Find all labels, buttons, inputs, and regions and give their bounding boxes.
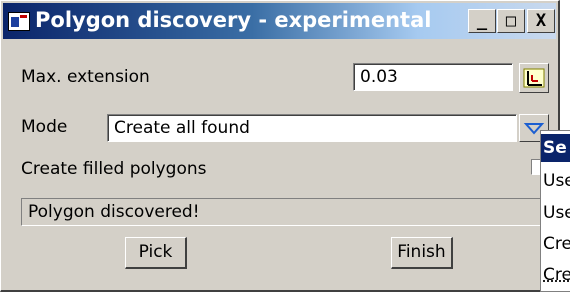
max-extension-input[interactable]: 0.03 — [353, 63, 513, 91]
pick-button[interactable]: Pick — [125, 237, 187, 269]
create-filled-label: Create filled polygons — [21, 159, 207, 179]
dropdown-item[interactable]: Cre — [543, 265, 570, 285]
status-bar: Polygon discovered! — [21, 198, 561, 226]
measure-icon — [523, 68, 545, 88]
app-icon — [8, 12, 30, 31]
dropdown-item[interactable]: Se — [543, 138, 567, 158]
minimize-button[interactable]: _ — [468, 9, 496, 33]
title-bar[interactable]: Polygon discovery - experimental _ □ X — [3, 3, 556, 39]
dropdown-item[interactable]: Use — [543, 171, 570, 191]
dropdown-item[interactable]: Cre — [543, 234, 570, 254]
mode-select[interactable]: Create all found — [107, 114, 517, 142]
mode-dropdown-list: Se Use Use Cre Cre — [540, 130, 570, 292]
polygon-discovery-dialog: Polygon discovery - experimental _ □ X M… — [0, 0, 561, 292]
finish-button[interactable]: Finish — [391, 237, 453, 269]
dropdown-item[interactable]: Use — [543, 203, 570, 223]
window-title: Polygon discovery - experimental — [35, 8, 432, 32]
max-extension-label: Max. extension — [21, 67, 150, 87]
close-button[interactable]: X — [527, 9, 555, 33]
pick-extension-button[interactable] — [519, 63, 549, 93]
mode-label: Mode — [21, 117, 68, 137]
maximize-button[interactable]: □ — [497, 9, 525, 33]
